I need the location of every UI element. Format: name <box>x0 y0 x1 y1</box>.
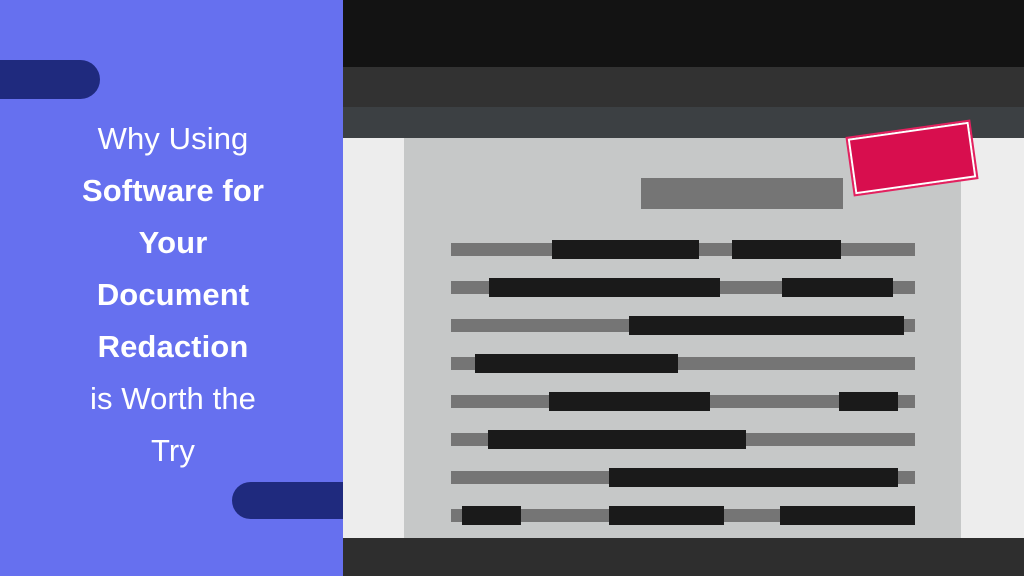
redaction-box[interactable] <box>489 278 720 297</box>
redaction-box[interactable] <box>549 392 710 411</box>
headline-line-7: Try <box>151 433 195 468</box>
screenshot-canvas: Why Using Software for Your Document Red… <box>0 0 1024 576</box>
headline-line-2: Software for <box>81 173 265 208</box>
bottom-right-pill-decor <box>232 482 343 519</box>
redaction-box[interactable] <box>839 392 898 411</box>
redaction-box[interactable] <box>462 506 521 525</box>
browser-tabstrip <box>343 67 1024 160</box>
document-title-block <box>641 178 843 209</box>
redaction-box[interactable] <box>552 240 699 259</box>
redaction-box[interactable] <box>732 240 841 259</box>
headline-line-1: Why Using <box>97 121 249 156</box>
left-title-panel: Why Using Software for Your Document Red… <box>0 0 343 576</box>
headline-line-4: Document <box>96 277 250 312</box>
redaction-box[interactable] <box>780 506 915 525</box>
headline-line-6: is Worth the <box>89 381 257 416</box>
document-text-line <box>451 278 915 297</box>
document-text-line <box>451 430 915 449</box>
page-title: Why Using Software for Your Document Red… <box>28 113 318 477</box>
redaction-box[interactable] <box>629 316 904 335</box>
document-text-line <box>451 506 915 525</box>
document-text-line <box>451 354 915 373</box>
browser-window-mockup: ← → ⟳ ⌂ <box>343 0 1024 576</box>
headline-line-5: Redaction <box>97 329 249 364</box>
document-text-line <box>451 392 915 411</box>
headline-line-3: Your <box>138 225 208 260</box>
document-text-line <box>451 468 915 487</box>
document-text-line <box>451 316 915 335</box>
redaction-box[interactable] <box>488 430 746 449</box>
top-left-pill-decor <box>0 60 100 99</box>
redaction-box[interactable] <box>782 278 893 297</box>
monitor-top-bezel <box>343 0 1024 67</box>
redaction-box[interactable] <box>475 354 678 373</box>
document-text-line <box>451 240 915 259</box>
redaction-box[interactable] <box>609 468 898 487</box>
monitor-bottom-bezel <box>343 538 1024 576</box>
redaction-box[interactable] <box>609 506 724 525</box>
redacted-document-page <box>404 119 979 538</box>
